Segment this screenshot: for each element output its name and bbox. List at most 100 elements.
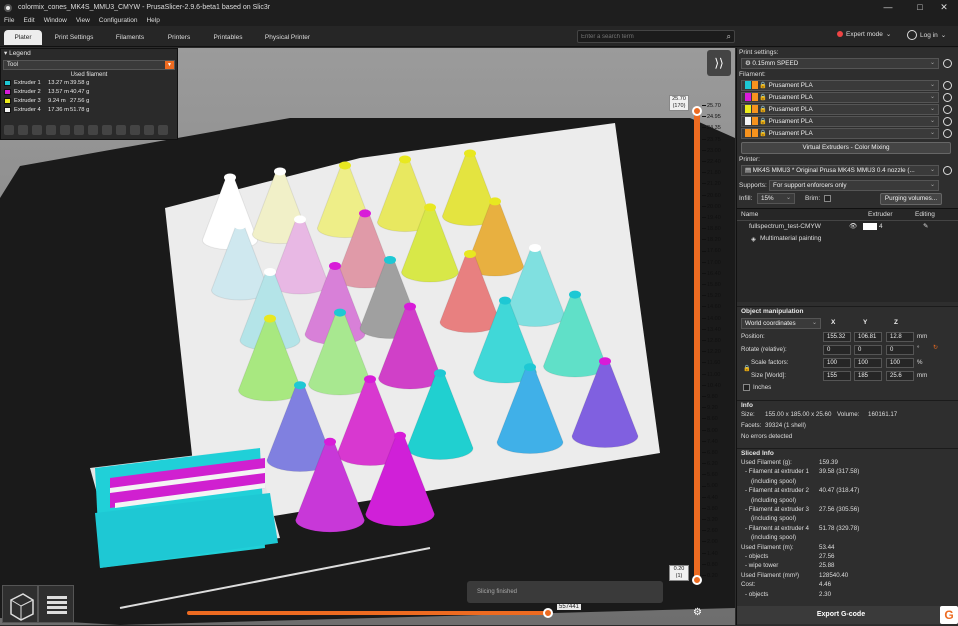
rotate-x-input[interactable]: 0 bbox=[823, 345, 851, 355]
printer-profile-combo[interactable]: ▤ MK4S MMU3 * Original Prusa MK4S MMU3 0… bbox=[741, 165, 939, 176]
move-slider-thumb[interactable] bbox=[543, 608, 553, 618]
3d-view-button[interactable] bbox=[2, 585, 38, 623]
search-input[interactable] bbox=[578, 31, 718, 42]
tool-marker-icon[interactable] bbox=[158, 125, 168, 135]
chevron-down-icon: ⌄ bbox=[929, 118, 935, 124]
rotate-y-input[interactable]: 0 bbox=[854, 345, 882, 355]
position-x-input[interactable]: 155.32 bbox=[823, 332, 851, 342]
scale-unit: % bbox=[917, 359, 923, 366]
tab-printers[interactable]: Printers bbox=[160, 30, 198, 45]
sliced-info-label: Used Filament (m): bbox=[741, 543, 794, 551]
edit-print-settings-gear-icon[interactable] bbox=[943, 59, 952, 68]
edit-filament-gear-icon[interactable] bbox=[943, 129, 952, 138]
virtual-extruders-button[interactable]: Virtual Extruders - Color Mixing bbox=[741, 142, 951, 154]
color-change-icon[interactable] bbox=[88, 125, 98, 135]
shells-icon[interactable] bbox=[144, 125, 154, 135]
edit-icon[interactable]: ✎ bbox=[923, 222, 928, 230]
size-z-input[interactable]: 25.6 bbox=[886, 371, 914, 381]
brim-checkbox[interactable] bbox=[824, 195, 831, 202]
sliced-info-label: - objects bbox=[745, 590, 769, 598]
edit-filament-gear-icon[interactable] bbox=[943, 117, 952, 126]
object-name[interactable]: fullspectrum_test-CMYW bbox=[749, 223, 821, 230]
preview-layers-button[interactable] bbox=[38, 585, 74, 623]
legend-toolbar bbox=[4, 125, 168, 135]
object-extruder[interactable]: 4 bbox=[879, 223, 883, 230]
menu-view[interactable]: View bbox=[76, 17, 90, 24]
menu-configuration[interactable]: Configuration bbox=[99, 17, 138, 24]
tab-printables[interactable]: Printables bbox=[208, 30, 248, 45]
center-of-gravity-icon[interactable] bbox=[130, 125, 140, 135]
purging-volumes-button[interactable]: Purging volumes... bbox=[880, 193, 942, 205]
mode-selector[interactable]: Expert mode ⌄ bbox=[837, 30, 891, 38]
filament-color-swatch bbox=[752, 105, 758, 114]
coord-system-combo[interactable]: World coordinates ⌄ bbox=[741, 318, 821, 329]
inches-label: Inches bbox=[753, 384, 772, 391]
tab-physical-printer[interactable]: Physical Printer bbox=[260, 30, 315, 45]
seam-icon[interactable] bbox=[60, 125, 70, 135]
filament-combo-3[interactable]: 🔒 Prusament PLA ⌄ bbox=[741, 104, 939, 115]
wipe-icon[interactable] bbox=[18, 125, 28, 135]
col-editing: Editing bbox=[915, 211, 935, 218]
rotate-z-input[interactable]: 0 bbox=[886, 345, 914, 355]
supports-combo[interactable]: For support enforcers only ⌄ bbox=[769, 180, 939, 191]
menu-window[interactable]: Window bbox=[44, 17, 67, 24]
retraction-icon[interactable] bbox=[32, 125, 42, 135]
layer-tick-label: 15.80 bbox=[702, 282, 721, 288]
tab-filaments[interactable]: Filaments bbox=[110, 30, 150, 45]
filament-combo-5[interactable]: 🔒 Prusament PLA ⌄ bbox=[741, 128, 939, 139]
edit-printer-gear-icon[interactable] bbox=[943, 166, 952, 175]
chevron-down-icon: ▼ bbox=[165, 61, 174, 69]
deretraction-icon[interactable] bbox=[46, 125, 56, 135]
color-swatch bbox=[4, 88, 11, 95]
sub-item-label[interactable]: Multimaterial painting bbox=[760, 235, 821, 242]
pause-icon[interactable] bbox=[102, 125, 112, 135]
filament-combo-1[interactable]: 🔒 Prusament PLA ⌄ bbox=[741, 80, 939, 91]
view-type-select[interactable]: Tool ▼ bbox=[3, 60, 175, 70]
size-x-input[interactable]: 155 bbox=[823, 371, 851, 381]
axis-y: Y bbox=[863, 319, 868, 326]
visibility-eye-icon[interactable]: 👁 bbox=[849, 222, 857, 230]
scale-y-input[interactable]: 100 bbox=[854, 358, 882, 368]
move-slider-track[interactable] bbox=[187, 611, 547, 615]
filament-combo-2[interactable]: 🔒 Prusament PLA ⌄ bbox=[741, 92, 939, 103]
edit-filament-gear-icon[interactable] bbox=[943, 105, 952, 114]
position-z-input[interactable]: 12.8 bbox=[886, 332, 914, 342]
layer-tick-label: 18.20 bbox=[702, 237, 721, 243]
tab-plater[interactable]: Plater bbox=[4, 30, 42, 45]
filament-combo-4[interactable]: 🔒 Prusament PLA ⌄ bbox=[741, 116, 939, 127]
menu-file[interactable]: File bbox=[4, 17, 14, 24]
menu-edit[interactable]: Edit bbox=[23, 17, 34, 24]
layer-slider-top-thumb[interactable] bbox=[692, 106, 702, 116]
travel-icon[interactable] bbox=[4, 125, 14, 135]
reset-rotation-icon[interactable]: ↻ bbox=[933, 344, 938, 351]
scale-x-input[interactable]: 100 bbox=[823, 358, 851, 368]
layer-tick-label: 14.00 bbox=[702, 316, 721, 322]
gcode-viewer-badge-icon[interactable]: G bbox=[940, 606, 958, 624]
scale-z-input[interactable]: 100 bbox=[886, 358, 914, 368]
layer-settings-gear-icon[interactable]: ⚙ bbox=[693, 607, 702, 618]
lock-icon[interactable]: 🔒 bbox=[743, 364, 751, 372]
login-button[interactable]: Log in ⌄ bbox=[907, 30, 946, 40]
menu-help[interactable]: Help bbox=[146, 17, 159, 24]
info-header: Info bbox=[737, 400, 958, 410]
layer-tick-label: 21.80 bbox=[702, 170, 721, 176]
edit-filament-gear-icon[interactable] bbox=[943, 93, 952, 102]
export-gcode-button[interactable]: Export G-code bbox=[737, 606, 945, 624]
edit-filament-gear-icon[interactable] bbox=[943, 81, 952, 90]
prusaslicer-logo-icon bbox=[4, 3, 12, 12]
size-y-input[interactable]: 185 bbox=[854, 371, 882, 381]
inches-checkbox[interactable] bbox=[743, 384, 750, 391]
sliced-info-value: 51.78 (329.78) bbox=[819, 524, 860, 532]
custom-gcode-icon[interactable] bbox=[116, 125, 126, 135]
print-profile-combo[interactable]: ⚙ 0.15mm SPEED ⌄ bbox=[741, 58, 939, 69]
layer-slider-track[interactable] bbox=[694, 106, 700, 583]
search-icon[interactable]: ⌕ bbox=[727, 31, 731, 42]
position-y-input[interactable]: 106.81 bbox=[854, 332, 882, 342]
collapse-sidebar-button[interactable]: ⟩⟩ bbox=[707, 50, 731, 76]
layer-slider-bottom-thumb[interactable] bbox=[692, 575, 702, 585]
tab-print-settings[interactable]: Print Settings bbox=[48, 30, 100, 45]
infill-combo[interactable]: 15% ⌄ bbox=[757, 193, 795, 204]
tool-change-icon[interactable] bbox=[74, 125, 84, 135]
minimize-button[interactable]: — bbox=[874, 0, 902, 15]
close-button[interactable]: ✕ bbox=[930, 0, 958, 15]
